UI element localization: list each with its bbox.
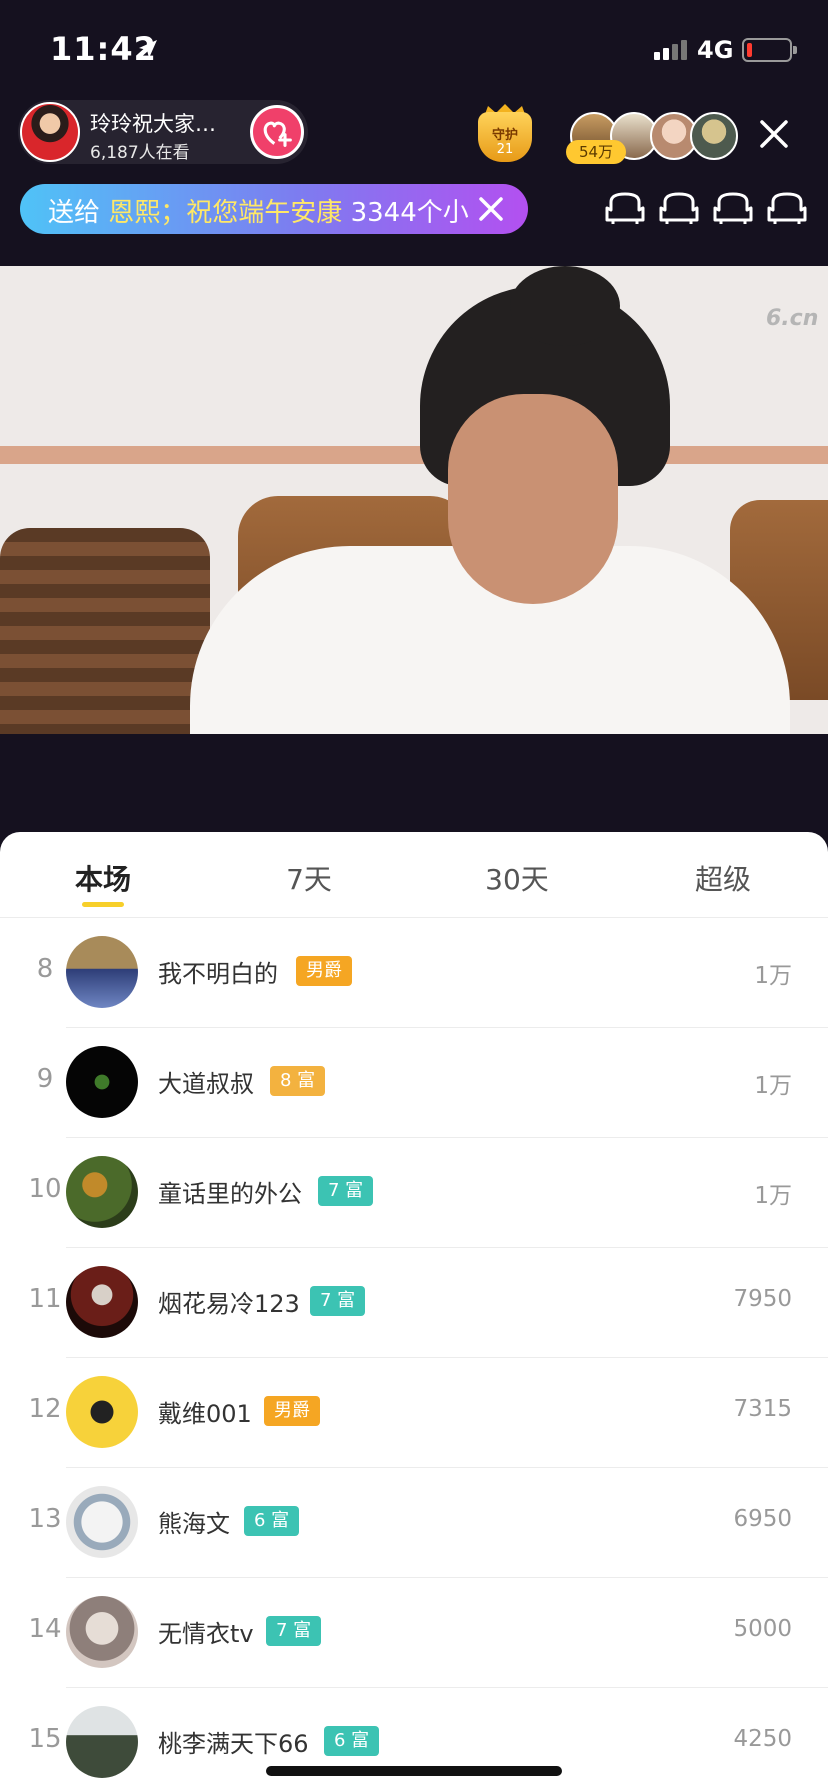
contribution-score: 1万 (754, 1073, 792, 1099)
ranking-panel: 本场 7天 30天 超级 8 我不明白的 男爵 1万 9 大道叔叔 8 富 1万… (0, 832, 828, 1792)
location-arrow-icon (139, 40, 157, 58)
active-tab-indicator (82, 902, 124, 907)
close-icon[interactable] (756, 116, 792, 152)
tab-30days[interactable]: 30天 (437, 858, 597, 898)
rank-number: 10 (28, 1174, 62, 1204)
level-badge: 6 富 (324, 1726, 380, 1756)
contribution-score: 7950 (733, 1286, 792, 1312)
contribution-score: 6950 (733, 1506, 792, 1532)
contribution-score: 7315 (733, 1396, 792, 1422)
ranking-row[interactable]: 15 桃李满天下66 6 富 4250 (0, 1688, 828, 1792)
level-badge: 男爵 (264, 1396, 320, 1426)
gift-recipient: 恩熙； (108, 198, 187, 228)
level-badge: 6 富 (244, 1506, 300, 1536)
close-banner-icon[interactable] (474, 192, 508, 226)
host-name: 玲玲祝大家… (90, 112, 216, 136)
gift-banner-text: 送给 恩熙；祝您端午安康 3344个小 (48, 192, 469, 229)
user-avatar[interactable] (66, 936, 138, 1008)
gift-suffix: 3344个小 (350, 198, 469, 228)
ranking-row[interactable]: 14 无情衣tv 7 富 5000 (0, 1578, 828, 1688)
network-type: 4G (697, 36, 734, 64)
user-avatar[interactable] (66, 1156, 138, 1228)
rank-number: 8 (36, 954, 54, 984)
audience-avatar[interactable] (690, 112, 738, 160)
rank-number: 9 (36, 1064, 54, 1094)
ranking-row[interactable]: 10 童话里的外公 7 富 1万 (0, 1138, 828, 1248)
user-avatar[interactable] (66, 1596, 138, 1668)
ranking-row[interactable]: 11 烟花易冷123 7 富 7950 (0, 1248, 828, 1358)
seat-icon[interactable] (657, 188, 701, 228)
tab-current[interactable]: 本场 (23, 858, 183, 898)
user-avatar[interactable] (66, 1486, 138, 1558)
contribution-score: 1万 (754, 963, 792, 989)
user-avatar[interactable] (66, 1376, 138, 1448)
guard-count: 21 (496, 142, 514, 157)
user-name: 桃李满天下66 (158, 1730, 309, 1758)
rank-number: 14 (28, 1614, 62, 1644)
follow-button[interactable] (250, 105, 304, 159)
user-name: 熊海文 (158, 1510, 230, 1538)
gift-prefix: 送给 (48, 198, 101, 228)
signal-icon (654, 40, 687, 60)
tab-7days[interactable]: 7天 (229, 858, 389, 898)
host-avatar[interactable] (20, 102, 80, 162)
level-badge: 7 富 (318, 1176, 374, 1206)
seat-icon[interactable] (603, 188, 647, 228)
rank-number: 13 (28, 1504, 62, 1534)
gift-message: 祝您端午安康 (186, 198, 343, 228)
user-name: 烟花易冷123 (158, 1290, 300, 1318)
seat-icon[interactable] (765, 188, 809, 228)
ranking-row[interactable]: 12 戴维001 男爵 7315 (0, 1358, 828, 1468)
viewer-count: 6,187人在看 (90, 143, 190, 163)
ranking-row[interactable]: 13 熊海文 6 富 6950 (0, 1468, 828, 1578)
rank-number: 12 (28, 1394, 62, 1424)
watermark: 6.cn (766, 306, 819, 331)
level-badge: 7 富 (310, 1286, 366, 1316)
contribution-badge: 54万 (566, 140, 626, 164)
level-badge: 男爵 (296, 956, 352, 986)
gift-banner[interactable]: 送给 恩熙；祝您端午安康 3344个小 (20, 184, 528, 234)
rank-number: 15 (28, 1724, 62, 1754)
status-bar: 11:42 4G (0, 0, 828, 96)
user-name: 大道叔叔 (158, 1070, 254, 1098)
guard-badge[interactable]: 守护 21 (474, 104, 536, 166)
level-badge: 8 富 (270, 1066, 326, 1096)
user-name: 童话里的外公 (158, 1180, 302, 1208)
level-badge: 7 富 (266, 1616, 322, 1646)
contribution-score: 4250 (733, 1726, 792, 1752)
chair (0, 528, 210, 734)
contribution-score: 5000 (733, 1616, 792, 1642)
ranking-row[interactable]: 8 我不明白的 男爵 1万 (0, 918, 828, 1028)
rank-number: 11 (28, 1284, 62, 1314)
live-video[interactable]: 6.cn (0, 266, 828, 734)
streamer-face (448, 394, 618, 604)
user-avatar[interactable] (66, 1266, 138, 1338)
battery-icon (742, 38, 797, 62)
user-avatar[interactable] (66, 1046, 138, 1118)
contribution-score: 1万 (754, 1183, 792, 1209)
ranking-tabs: 本场 7天 30天 超级 (0, 832, 828, 918)
seat-icon[interactable] (711, 188, 755, 228)
guard-label: 守护 (491, 128, 518, 143)
user-avatar[interactable] (66, 1706, 138, 1778)
home-indicator[interactable] (266, 1766, 562, 1776)
user-name: 无情衣tv (158, 1620, 254, 1648)
user-name: 我不明白的 (158, 960, 278, 988)
tab-super[interactable]: 超级 (643, 858, 803, 898)
user-name: 戴维001 (158, 1400, 252, 1428)
ranking-row[interactable]: 9 大道叔叔 8 富 1万 (0, 1028, 828, 1138)
